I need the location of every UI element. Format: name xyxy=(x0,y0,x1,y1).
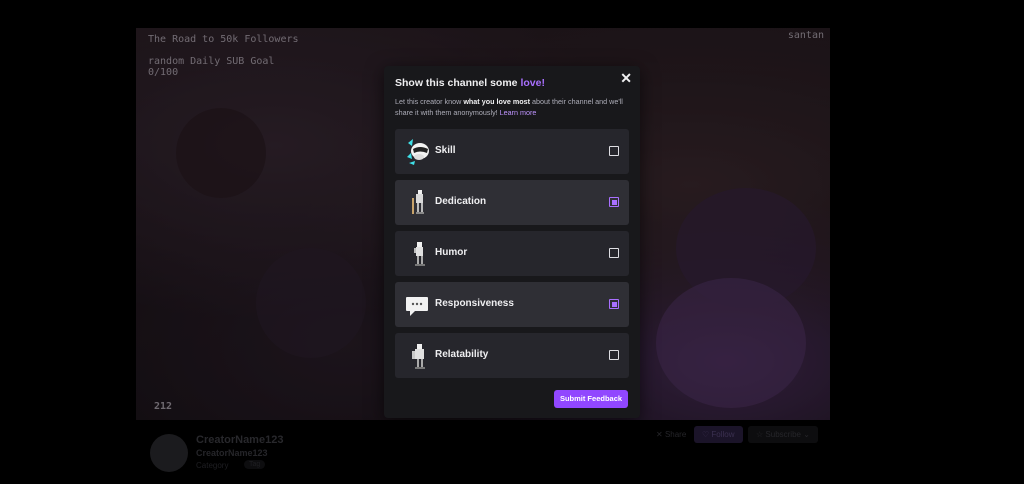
option-label: Skill xyxy=(435,145,456,156)
submit-feedback-button[interactable]: Submit Feedback xyxy=(554,390,628,408)
option-checkbox[interactable] xyxy=(609,146,619,156)
learn-more-link[interactable]: Learn more xyxy=(500,108,537,117)
option-skill[interactable]: Skill xyxy=(395,129,629,174)
modal-description: Let this creator know what you love most… xyxy=(395,97,623,117)
option-label: Dedication xyxy=(435,196,487,207)
option-label: Relatability xyxy=(435,349,489,360)
feedback-modal: ✕ Show this channel some love! Let this … xyxy=(384,66,640,418)
option-checkbox[interactable] xyxy=(609,350,619,360)
option-humor[interactable]: Humor xyxy=(395,231,629,276)
responsiveness-icon xyxy=(406,297,428,316)
dedication-icon xyxy=(412,190,424,214)
skill-icon xyxy=(407,139,429,165)
option-checkbox[interactable] xyxy=(609,248,619,258)
option-checkbox[interactable] xyxy=(609,299,619,309)
option-responsiveness[interactable]: Responsiveness xyxy=(395,282,629,327)
close-icon[interactable]: ✕ xyxy=(620,70,632,87)
option-relatability[interactable]: Relatability xyxy=(395,333,629,378)
modal-title: Show this channel some love! xyxy=(395,77,545,89)
option-dedication[interactable]: Dedication xyxy=(395,180,629,225)
option-checkbox[interactable] xyxy=(609,197,619,207)
humor-icon xyxy=(414,242,425,266)
option-label: Humor xyxy=(435,247,468,258)
relatability-icon xyxy=(412,344,425,369)
option-label: Responsiveness xyxy=(435,298,514,309)
